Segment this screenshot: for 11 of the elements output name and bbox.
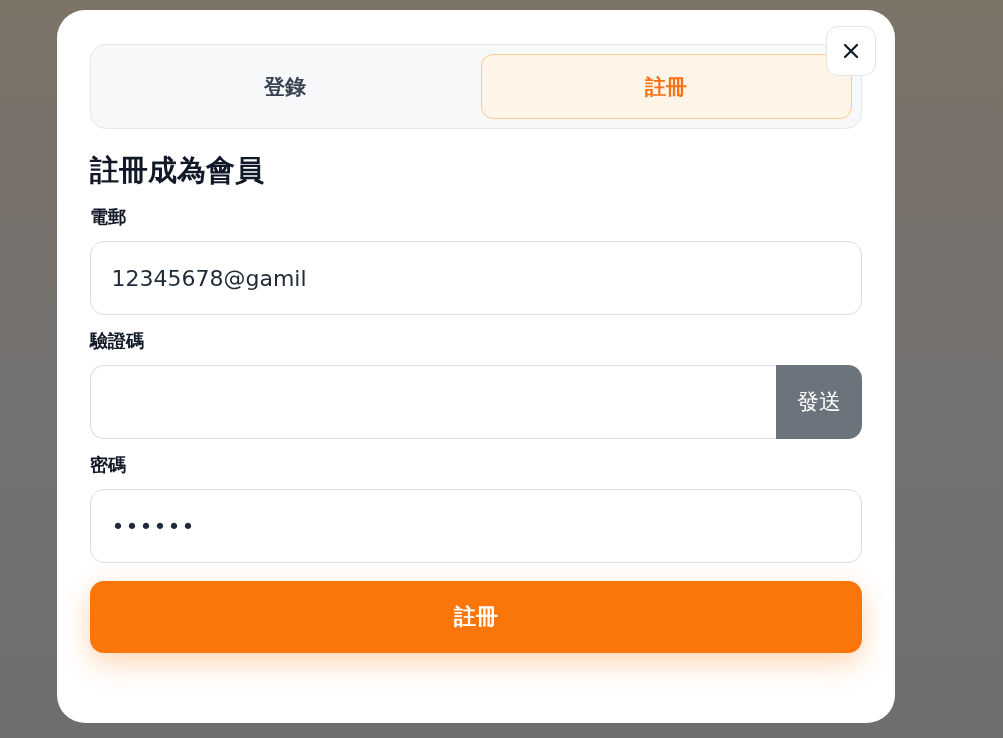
tab[interactable]: 登錄 xyxy=(99,54,471,119)
send-button[interactable]: 發送 xyxy=(775,365,862,439)
field-label: 驗證碼 xyxy=(89,329,144,353)
input-field[interactable] xyxy=(89,365,776,439)
field-label: 電郵 xyxy=(89,205,126,229)
input-field[interactable]: 12345678@gamil xyxy=(89,241,862,315)
field-label: 密碼 xyxy=(89,453,126,477)
close-button[interactable] xyxy=(825,26,876,76)
close-icon xyxy=(843,44,858,58)
dialog-heading: 註冊成為會員 xyxy=(89,152,265,189)
password-field[interactable]: •••••• xyxy=(89,489,862,563)
